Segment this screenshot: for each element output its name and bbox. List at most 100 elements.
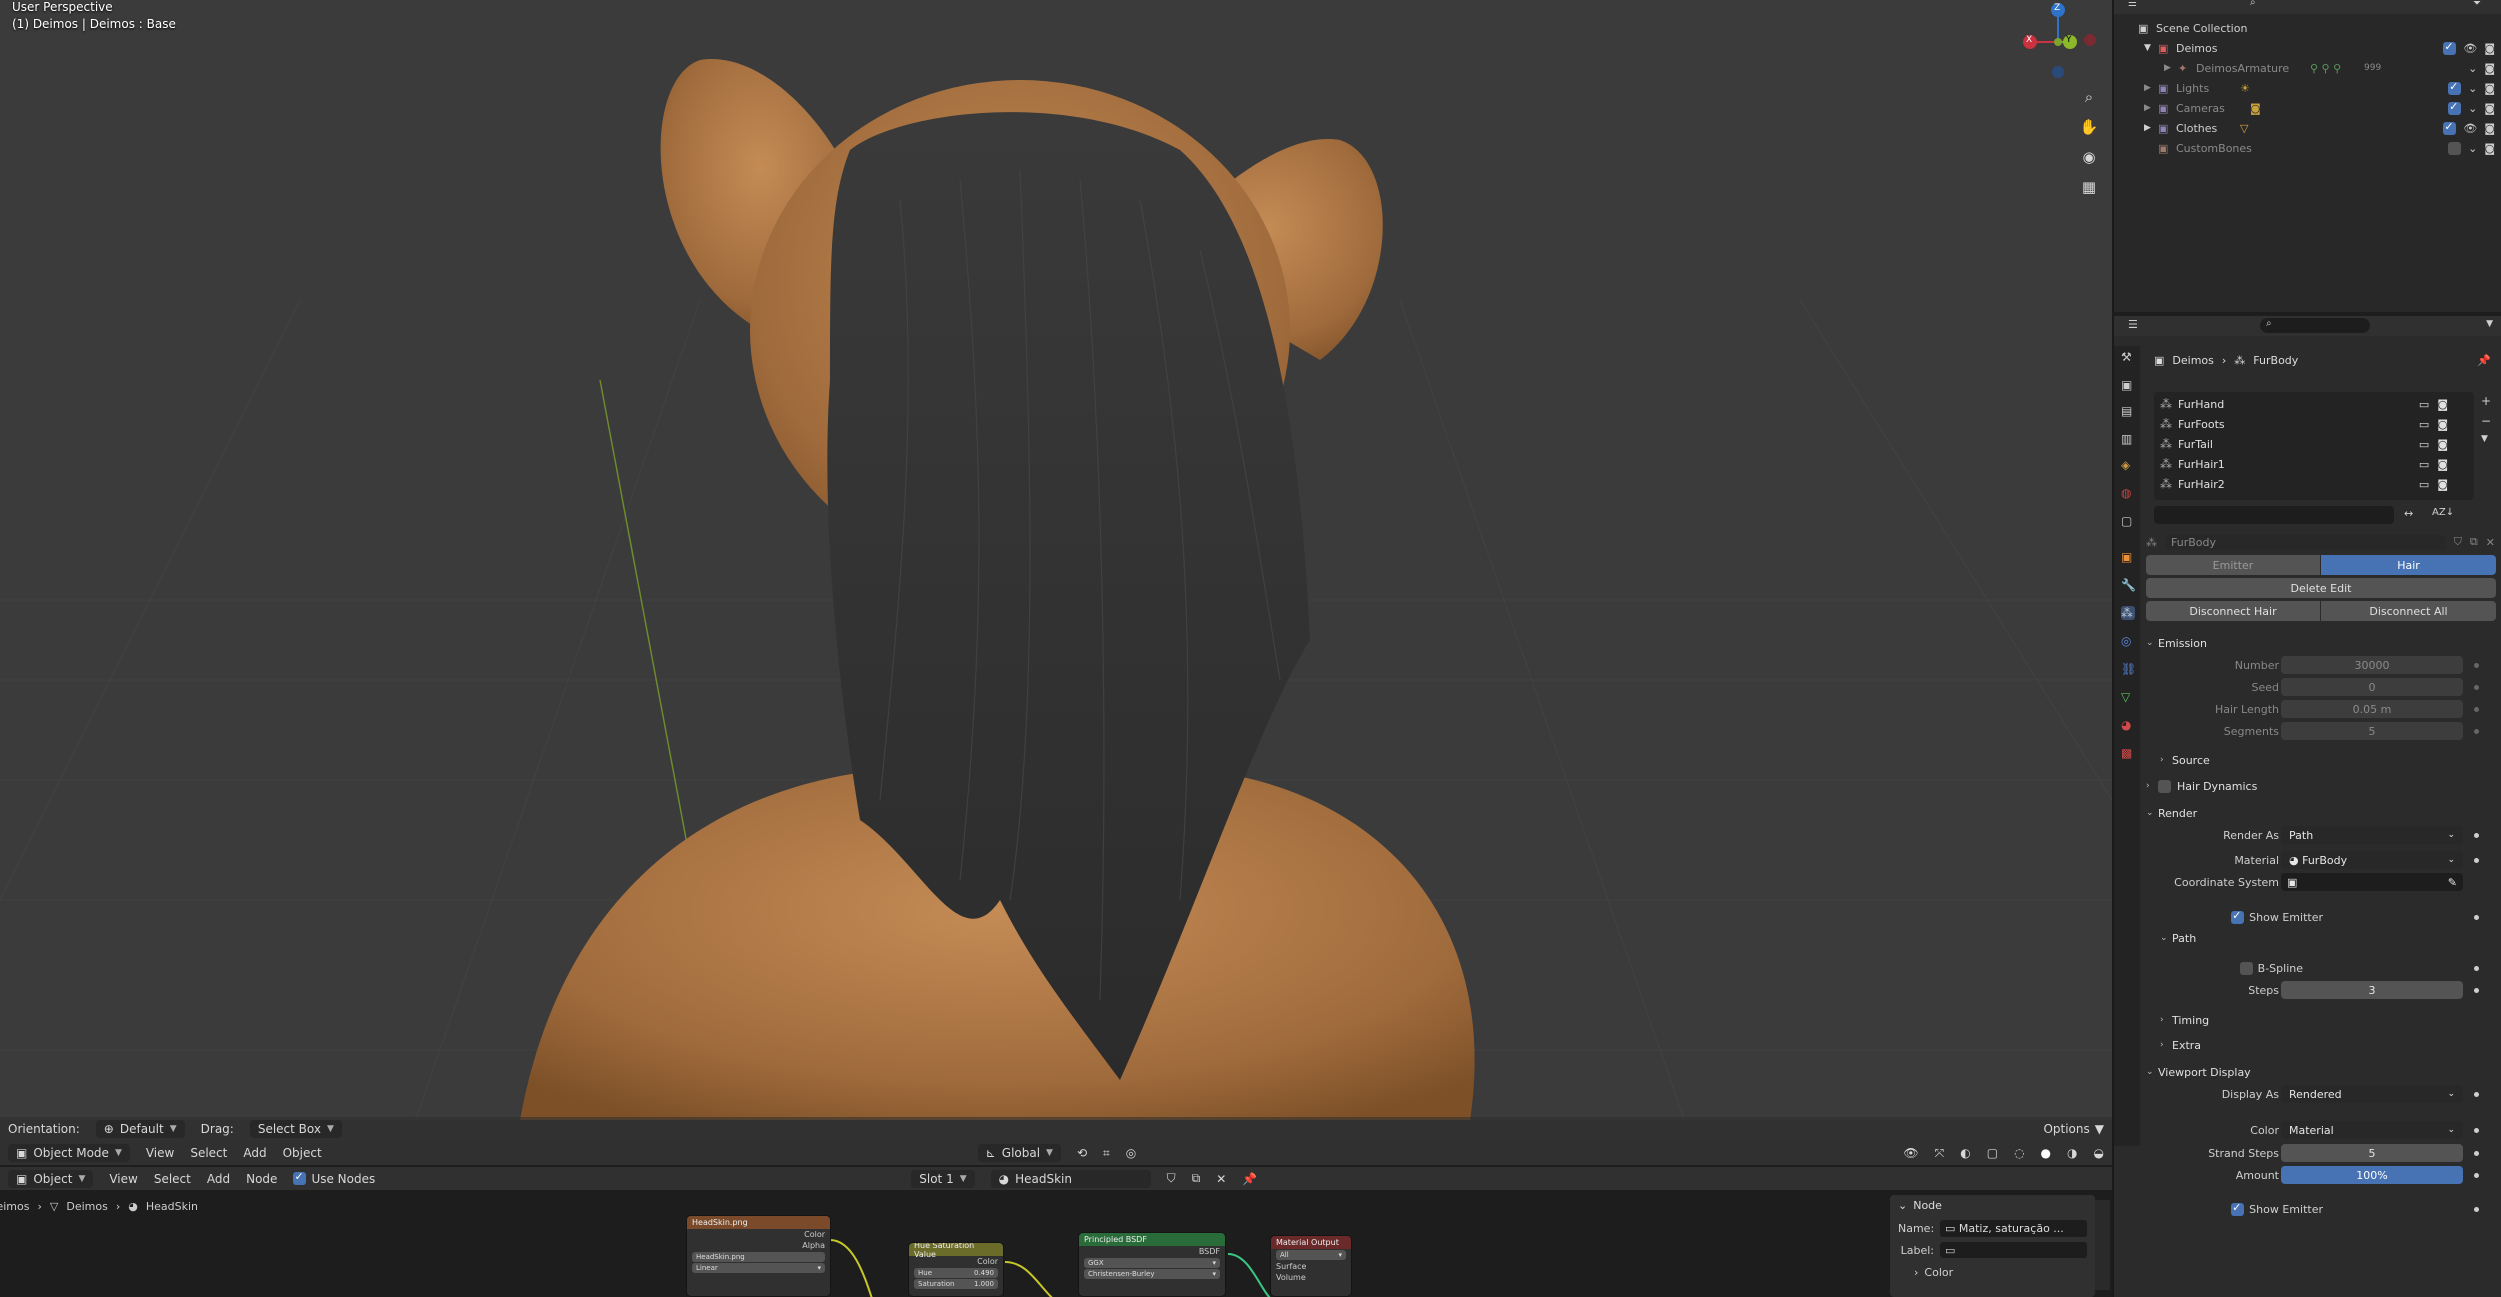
keyframe-dot-icon[interactable] [2474, 662, 2479, 668]
keyframe-dot-icon[interactable] [2474, 1172, 2479, 1178]
outliner-item-clothes[interactable]: ▶ ▣ Clothes ▽ 👁◙ [2114, 118, 2501, 138]
constraints-tab-icon[interactable]: ⛓ [2121, 662, 2136, 676]
camera-icon[interactable]: ◙ [2484, 62, 2495, 75]
node-name-field[interactable]: ▭ Matiz, saturação ... [1940, 1220, 2087, 1237]
keyframe-dot-icon[interactable] [2474, 1206, 2479, 1212]
use-nodes-checkbox[interactable]: Use Nodes [285, 1170, 383, 1186]
proportional-edit-icon[interactable]: ◎ [1118, 1146, 1144, 1160]
bspline-checkbox[interactable]: B-Spline [2239, 961, 2303, 975]
keyframe-dot-icon[interactable] [2474, 857, 2479, 863]
extra-panel-header[interactable]: › Extra [2160, 1035, 2495, 1055]
snap-icon[interactable]: ⌗ [1095, 1146, 1118, 1161]
exclude-checkbox[interactable] [2448, 80, 2462, 95]
hue-saturation-node[interactable]: Hue Saturation Value Color Hue 0.490 Satu… [908, 1242, 1004, 1297]
eye-icon[interactable]: 👁 [2463, 122, 2477, 135]
options-button[interactable]: Options ▼ [2035, 1122, 2112, 1136]
particle-system-item[interactable]: ⁂ FurHand ▭ ◙ [2160, 394, 2468, 414]
drag-dropdown[interactable]: Select Box ▼ [249, 1120, 342, 1138]
camera-icon[interactable]: ◙ [2437, 398, 2448, 411]
distribution-dropdown[interactable]: GGX ▾ [1084, 1258, 1220, 1268]
render-tab-icon[interactable]: ▣ [2121, 378, 2135, 392]
object-tab-icon[interactable]: ▣ [2121, 550, 2135, 564]
fake-user-icon[interactable]: ⛉ [2454, 535, 2462, 549]
image-texture-node[interactable]: HeadSkin.png Color Alpha HeadSkin.png Li… [686, 1215, 831, 1297]
node-menu-add[interactable]: Add [199, 1172, 238, 1186]
keyframe-dot-icon[interactable] [2474, 1150, 2479, 1156]
material-dropdown[interactable]: ◕ FurBody ⌄ [2281, 851, 2463, 869]
node-editor[interactable]: Deimos › ▽ Deimos › ◕ HeadSkin HeadSkin.… [0, 1190, 2112, 1297]
filter-icon[interactable]: ⏷ [2473, 0, 2481, 9]
camera-icon[interactable]: ◙ [2484, 102, 2495, 115]
hair-dynamics-checkbox[interactable] [2158, 779, 2171, 793]
particle-system-item[interactable]: ⁂ FurTail ▭ ◙ [2160, 434, 2468, 454]
camera-icon[interactable]: ◙ [2484, 122, 2495, 135]
pin-icon[interactable]: 📌 [1234, 1172, 1265, 1186]
shading-solid-icon[interactable]: ● [2033, 1146, 2059, 1160]
number-field[interactable]: 30000 [2281, 656, 2463, 674]
node-label-field[interactable]: ▭ [1940, 1242, 2087, 1258]
principled-bsdf-node[interactable]: Principled BSDF BSDF GGX ▾ Christensen-Bu… [1078, 1232, 1226, 1297]
hair-length-field[interactable]: 0.05 m [2281, 700, 2463, 718]
monitor-icon[interactable]: ▭ [2419, 398, 2429, 411]
menu-add[interactable]: Add [235, 1146, 274, 1160]
node-section-header[interactable]: ⌄ Node [1898, 1199, 2087, 1212]
menu-select[interactable]: Select [182, 1146, 235, 1160]
steps-field[interactable]: 3 [2281, 981, 2463, 999]
editor-type-icon[interactable]: ☰ [2128, 0, 2137, 9]
scene-tab-icon[interactable]: ◈ [2121, 458, 2135, 472]
camera-icon[interactable]: ◙ [2437, 458, 2448, 471]
eye-icon[interactable]: ⌄ [2468, 142, 2477, 155]
hair-dynamics-panel-header[interactable]: › Hair Dynamics [2146, 776, 2495, 796]
swap-icon[interactable]: ↔ [2404, 507, 2413, 520]
node-menu-view[interactable]: View [101, 1172, 145, 1186]
keyframe-dot-icon[interactable] [2474, 1091, 2479, 1097]
keyframe-dot-icon[interactable] [2474, 1127, 2479, 1133]
render-panel-header[interactable]: ⌄ Render [2146, 803, 2495, 823]
texture-tab-icon[interactable]: ▩ [2121, 746, 2135, 760]
shading-wireframe-icon[interactable]: ◌ [2006, 1146, 2032, 1160]
path-panel-header[interactable]: ⌄ Path [2160, 928, 2495, 948]
tool-tab-icon[interactable]: ⚒ [2121, 350, 2135, 364]
shading-material-icon[interactable]: ◑ [2059, 1146, 2085, 1160]
remove-icon[interactable]: − [2481, 414, 2491, 428]
disconnect-all-button[interactable]: Disconnect All [2321, 601, 2496, 621]
display-as-dropdown[interactable]: Rendered ⌄ [2281, 1085, 2463, 1103]
material-output-node[interactable]: Material Output All ▾ Surface Volume [1270, 1235, 1352, 1297]
eye-icon[interactable]: ⌄ [2468, 82, 2477, 95]
pin-icon[interactable]: 📌 [2477, 354, 2491, 367]
disconnect-hair-button[interactable]: Disconnect Hair [2146, 601, 2320, 621]
emission-panel-header[interactable]: ⌄ Emission [2146, 633, 2495, 653]
chevron-down-icon[interactable]: ▼ [2481, 434, 2491, 444]
particles-tab-icon[interactable]: ⁂ [2121, 606, 2135, 620]
camera-view-icon[interactable]: ◉ [2076, 144, 2102, 170]
particle-system-item[interactable]: ⁂ FurFoots ▭ ◙ [2160, 414, 2468, 434]
menu-object[interactable]: Object [275, 1146, 330, 1160]
world-tab-icon[interactable]: ◍ [2121, 486, 2135, 500]
shader-type-dropdown[interactable]: ▣ Object ▼ [8, 1169, 94, 1188]
physics-tab-icon[interactable]: ◎ [2121, 634, 2135, 648]
amount-slider[interactable]: 100% [2281, 1166, 2463, 1184]
outliner-scene-collection[interactable]: ▣ Scene Collection [2114, 18, 2501, 38]
color-section-header[interactable]: › Color [1898, 1266, 2087, 1279]
slot-dropdown[interactable]: Slot 1 ▼ [911, 1169, 975, 1188]
camera-icon[interactable]: ◙ [2484, 42, 2495, 55]
source-panel-header[interactable]: › Source [2160, 750, 2495, 770]
seed-field[interactable]: 0 [2281, 678, 2463, 696]
outliner-item-lights[interactable]: ▶ ▣ Lights ☀ ⌄◙ [2114, 78, 2501, 98]
exclude-checkbox[interactable] [2443, 40, 2457, 55]
camera-icon[interactable]: ◙ [2437, 478, 2448, 491]
outliner-item-cameras[interactable]: ▶ ▣ Cameras ◙ ⌄◙ [2114, 98, 2501, 118]
monitor-icon[interactable]: ▭ [2419, 438, 2429, 451]
show-emitter-checkbox[interactable]: Show Emitter [2231, 909, 2323, 924]
material-selector[interactable]: ◕ HeadSkin [990, 1169, 1151, 1188]
duplicate-icon[interactable]: ⧉ [2470, 535, 2478, 549]
target-dropdown[interactable]: All ▾ [1276, 1250, 1346, 1260]
particle-system-item[interactable]: ⁂ FurHair1 ▭ ◙ [2160, 454, 2468, 474]
chevron-down-icon[interactable]: ▼ [2486, 319, 2493, 329]
orientation-dropdown[interactable]: ⊕ Default ▼ [95, 1120, 185, 1138]
gizmo-toggle-icon[interactable]: ⤧ [1927, 1146, 1953, 1161]
material-tab-icon[interactable]: ◕ [2121, 718, 2135, 732]
close-icon[interactable]: ✕ [2486, 536, 2495, 549]
exclude-checkbox[interactable] [2448, 141, 2462, 155]
hair-tab[interactable]: Hair [2321, 555, 2496, 575]
